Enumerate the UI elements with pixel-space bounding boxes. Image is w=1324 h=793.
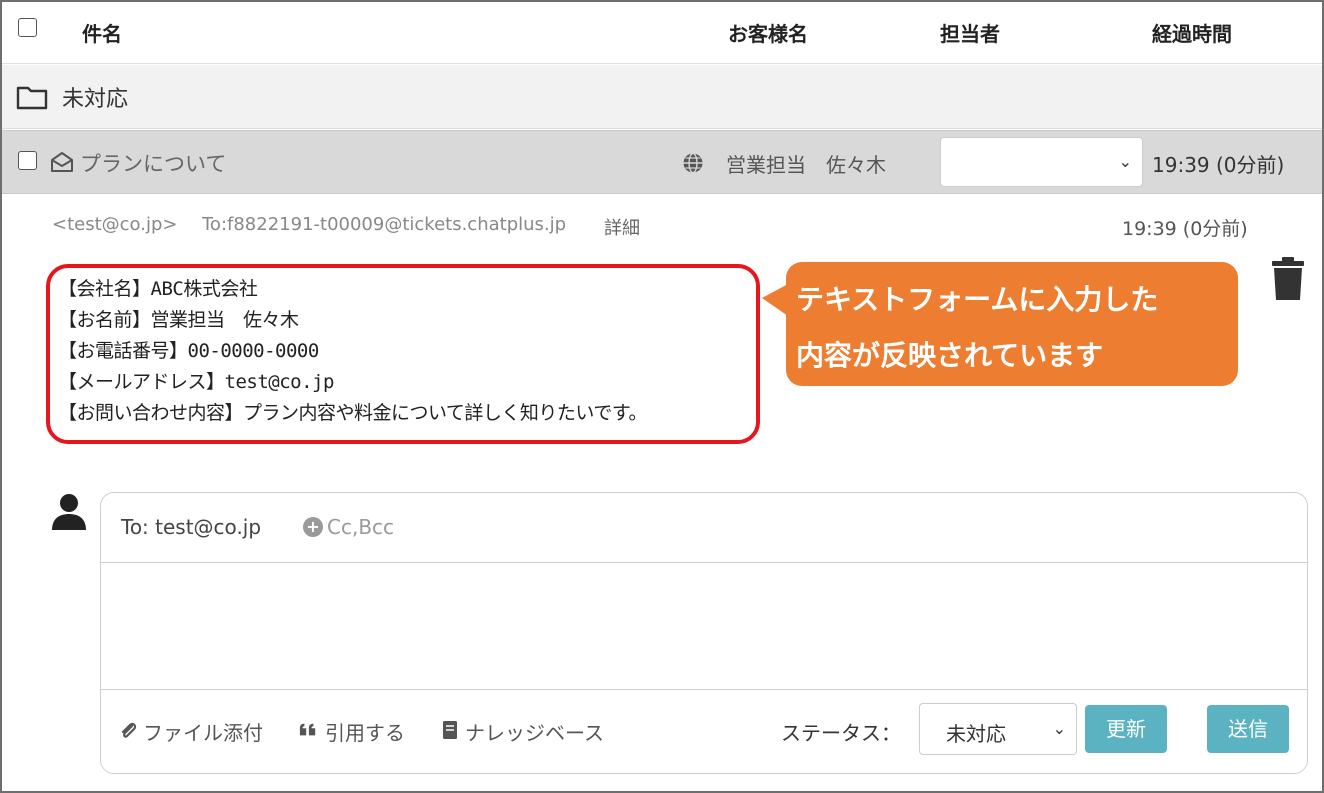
- message-line: 【お名前】営業担当 佐々木: [58, 309, 299, 331]
- recipient-row: To: test@co.jp + Cc,Bcc: [101, 493, 1307, 563]
- trash-icon[interactable]: [1270, 256, 1306, 302]
- message-body: 【会社名】ABC株式会社 【お名前】営業担当 佐々木 【お電話番号】00-000…: [58, 274, 647, 429]
- knowledge-base-button[interactable]: ナレッジベース: [465, 717, 604, 746]
- reply-to[interactable]: To: test@co.jp: [121, 515, 261, 539]
- ticket-elapsed-time: 19:39 (0分前): [1152, 153, 1285, 177]
- message-line: 【お電話番号】00-0000-0000: [58, 340, 319, 362]
- header-elapsed[interactable]: 経過時間: [1152, 18, 1232, 47]
- ticket-customer: 営業担当 佐々木: [726, 153, 886, 177]
- status-group-row[interactable]: 未対応: [2, 65, 1322, 129]
- message-detail-link[interactable]: 詳細: [604, 214, 640, 240]
- status-select-value: 未対応: [946, 722, 1006, 746]
- message-to: To:f8822191-t00009@tickets.chatplus.jp: [202, 214, 567, 235]
- folder-icon: [16, 86, 48, 110]
- ticket-row[interactable]: プランについて 営業担当 佐々木 ⌄ 19:39 (0分前): [2, 130, 1322, 194]
- reply-textarea[interactable]: [101, 564, 1307, 690]
- status-group-label: 未対応: [62, 87, 129, 112]
- callout-line: テキストフォームに入力した: [796, 283, 1159, 316]
- status-label: ステータス：: [781, 721, 901, 745]
- globe-icon: [683, 152, 703, 174]
- callout-pointer: [762, 284, 788, 316]
- status-select[interactable]: 未対応 ⌄: [919, 703, 1077, 755]
- avatar-icon: [52, 494, 86, 530]
- message-line: 【お問い合わせ内容】プラン内容や料金について詳しく知りたいです。: [58, 402, 647, 424]
- select-all-checkbox[interactable]: [18, 18, 37, 37]
- quote-icon: [299, 723, 316, 736]
- paperclip-icon: [121, 722, 137, 738]
- header-customer[interactable]: お客様名: [728, 18, 808, 47]
- chevron-down-icon: ⌄: [1118, 152, 1132, 171]
- chevron-down-icon: ⌄: [1052, 719, 1066, 738]
- message-time: 19:39 (0分前): [1122, 218, 1248, 240]
- plus-circle-icon[interactable]: +: [303, 517, 323, 537]
- header-subject[interactable]: 件名: [82, 18, 122, 47]
- quote-button[interactable]: 引用する: [325, 717, 405, 746]
- book-icon: [443, 721, 457, 739]
- mail-open-icon: [51, 152, 73, 172]
- update-button[interactable]: 更新: [1085, 705, 1167, 753]
- message-line: 【会社名】ABC株式会社: [58, 278, 258, 300]
- assignee-select[interactable]: ⌄: [940, 137, 1143, 187]
- callout-text: テキストフォームに入力した 内容が反映されています: [796, 272, 1228, 384]
- attach-file-button[interactable]: ファイル添付: [143, 717, 263, 746]
- header-assignee[interactable]: 担当者: [940, 18, 1000, 47]
- message-from: <test@co.jp>: [52, 214, 178, 235]
- cc-bcc-link[interactable]: Cc,Bcc: [327, 515, 394, 539]
- reply-composer: To: test@co.jp + Cc,Bcc ファイル添付 引用する ナレッジ…: [100, 492, 1308, 774]
- list-header: 件名 お客様名 担当者 経過時間: [2, 2, 1322, 64]
- ticket-checkbox[interactable]: [18, 151, 37, 170]
- ticket-view: 件名 お客様名 担当者 経過時間 未対応 プランについて 営業担当 佐々木 ⌄: [0, 0, 1324, 793]
- callout-line: 内容が反映されています: [796, 339, 1104, 372]
- message-line: 【メールアドレス】test@co.jp: [58, 371, 334, 393]
- send-button[interactable]: 送信: [1207, 705, 1289, 753]
- composer-toolbar: ファイル添付 引用する ナレッジベース ステータス： 未対応 ⌄ 更新 送信: [101, 691, 1307, 773]
- ticket-subject[interactable]: プランについて: [80, 148, 226, 178]
